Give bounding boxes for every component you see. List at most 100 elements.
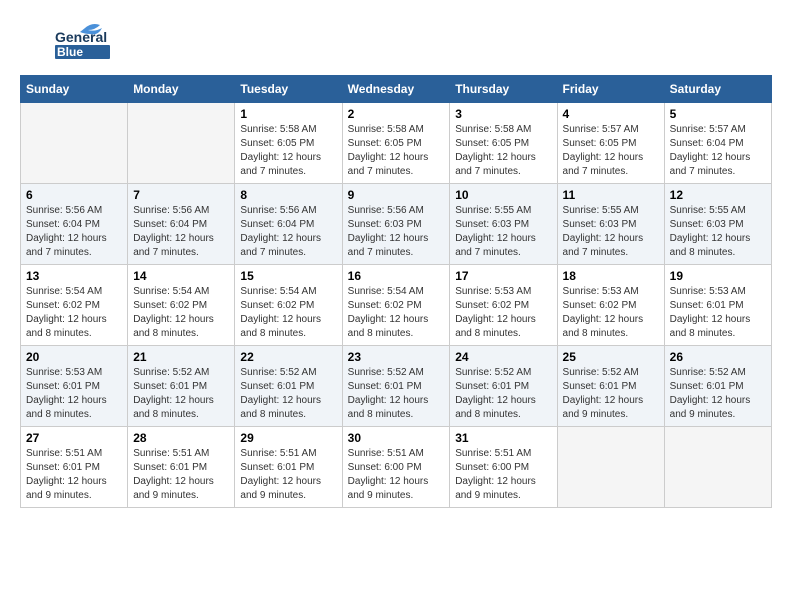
day-info: Sunrise: 5:52 AM Sunset: 6:01 PM Dayligh… xyxy=(455,366,551,422)
day-info: Sunrise: 5:56 AM Sunset: 6:04 PM Dayligh… xyxy=(26,204,122,260)
day-info: Sunrise: 5:51 AM Sunset: 6:01 PM Dayligh… xyxy=(133,447,229,503)
calendar-day-cell: 4Sunrise: 5:57 AM Sunset: 6:05 PM Daylig… xyxy=(557,103,664,184)
calendar-day-cell: 17Sunrise: 5:53 AM Sunset: 6:02 PM Dayli… xyxy=(450,265,557,346)
day-number: 1 xyxy=(240,107,336,121)
calendar-day-cell: 26 Sunrise: 5:52 AM Sunset: 6:01 PM Dayli… xyxy=(664,346,771,427)
day-info: Sunrise: 5:58 AM Sunset: 6:05 PM Dayligh… xyxy=(348,123,445,179)
calendar-day-cell: 20Sunrise: 5:53 AM Sunset: 6:01 PM Dayli… xyxy=(21,346,128,427)
calendar-day-cell: 15 Sunrise: 5:54 AM Sunset: 6:02 PM Dayli… xyxy=(235,265,342,346)
calendar-week-row: 20Sunrise: 5:53 AM Sunset: 6:01 PM Dayli… xyxy=(21,346,772,427)
weekday-header-thursday: Thursday xyxy=(450,76,557,103)
day-info: Sunrise: 5:51 AM Sunset: 6:00 PM Dayligh… xyxy=(455,447,551,503)
day-number: 10 xyxy=(455,188,551,202)
page-header: General Blue xyxy=(20,20,772,65)
calendar-day-cell: 31Sunrise: 5:51 AM Sunset: 6:00 PM Dayli… xyxy=(450,427,557,508)
calendar-day-cell: 22 Sunrise: 5:52 AM Sunset: 6:01 PM Dayli… xyxy=(235,346,342,427)
day-number: 30 xyxy=(348,431,445,445)
weekday-header-monday: Monday xyxy=(128,76,235,103)
day-number: 5 xyxy=(670,107,766,121)
calendar-day-cell: 10Sunrise: 5:55 AM Sunset: 6:03 PM Dayli… xyxy=(450,184,557,265)
calendar-week-row: 27 Sunrise: 5:51 AM Sunset: 6:01 PM Dayli… xyxy=(21,427,772,508)
weekday-header-saturday: Saturday xyxy=(664,76,771,103)
day-info: Sunrise: 5:56 AM Sunset: 6:03 PM Dayligh… xyxy=(348,204,445,260)
calendar-day-cell: 9Sunrise: 5:56 AM Sunset: 6:03 PM Daylig… xyxy=(342,184,450,265)
calendar-day-cell xyxy=(664,427,771,508)
day-info: Sunrise: 5:52 AM Sunset: 6:01 PM Dayligh… xyxy=(348,366,445,422)
day-info: Sunrise: 5:57 AM Sunset: 6:04 PM Dayligh… xyxy=(670,123,766,179)
day-info: Sunrise: 5:55 AM Sunset: 6:03 PM Dayligh… xyxy=(670,204,766,260)
calendar-day-cell: 1 Sunrise: 5:58 AM Sunset: 6:05 PM Daylig… xyxy=(235,103,342,184)
day-number: 4 xyxy=(563,107,659,121)
calendar-day-cell: 12 Sunrise: 5:55 AM Sunset: 6:03 PM Dayli… xyxy=(664,184,771,265)
calendar-day-cell: 24 Sunrise: 5:52 AM Sunset: 6:01 PM Dayli… xyxy=(450,346,557,427)
day-number: 14 xyxy=(133,269,229,283)
weekday-header-tuesday: Tuesday xyxy=(235,76,342,103)
calendar-day-cell: 5 Sunrise: 5:57 AM Sunset: 6:04 PM Daylig… xyxy=(664,103,771,184)
svg-text:General: General xyxy=(55,29,107,45)
day-number: 24 xyxy=(455,350,551,364)
calendar-day-cell xyxy=(557,427,664,508)
day-info: Sunrise: 5:51 AM Sunset: 6:01 PM Dayligh… xyxy=(240,447,336,503)
calendar-day-cell: 23 Sunrise: 5:52 AM Sunset: 6:01 PM Dayli… xyxy=(342,346,450,427)
day-info: Sunrise: 5:54 AM Sunset: 6:02 PM Dayligh… xyxy=(133,285,229,341)
day-info: Sunrise: 5:53 AM Sunset: 6:02 PM Dayligh… xyxy=(455,285,551,341)
calendar-day-cell: 28 Sunrise: 5:51 AM Sunset: 6:01 PM Dayli… xyxy=(128,427,235,508)
day-info: Sunrise: 5:56 AM Sunset: 6:04 PM Dayligh… xyxy=(240,204,336,260)
day-number: 27 xyxy=(26,431,122,445)
day-info: Sunrise: 5:53 AM Sunset: 6:01 PM Dayligh… xyxy=(670,285,766,341)
day-number: 8 xyxy=(240,188,336,202)
calendar-day-cell: 7Sunrise: 5:56 AM Sunset: 6:04 PM Daylig… xyxy=(128,184,235,265)
calendar-day-cell: 8 Sunrise: 5:56 AM Sunset: 6:04 PM Daylig… xyxy=(235,184,342,265)
calendar-day-cell: 19 Sunrise: 5:53 AM Sunset: 6:01 PM Dayli… xyxy=(664,265,771,346)
calendar-table: SundayMondayTuesdayWednesdayThursdayFrid… xyxy=(20,75,772,508)
day-info: Sunrise: 5:54 AM Sunset: 6:02 PM Dayligh… xyxy=(240,285,336,341)
day-number: 6 xyxy=(26,188,122,202)
calendar-day-cell: 2 Sunrise: 5:58 AM Sunset: 6:05 PM Daylig… xyxy=(342,103,450,184)
day-number: 13 xyxy=(26,269,122,283)
calendar-day-cell: 27 Sunrise: 5:51 AM Sunset: 6:01 PM Dayli… xyxy=(21,427,128,508)
day-number: 16 xyxy=(348,269,445,283)
day-info: Sunrise: 5:51 AM Sunset: 6:00 PM Dayligh… xyxy=(348,447,445,503)
day-number: 23 xyxy=(348,350,445,364)
calendar-day-cell: 29 Sunrise: 5:51 AM Sunset: 6:01 PM Dayli… xyxy=(235,427,342,508)
day-info: Sunrise: 5:54 AM Sunset: 6:02 PM Dayligh… xyxy=(348,285,445,341)
calendar-day-cell: 14 Sunrise: 5:54 AM Sunset: 6:02 PM Dayli… xyxy=(128,265,235,346)
day-info: Sunrise: 5:58 AM Sunset: 6:05 PM Dayligh… xyxy=(455,123,551,179)
day-number: 28 xyxy=(133,431,229,445)
day-info: Sunrise: 5:55 AM Sunset: 6:03 PM Dayligh… xyxy=(563,204,659,260)
day-info: Sunrise: 5:54 AM Sunset: 6:02 PM Dayligh… xyxy=(26,285,122,341)
day-info: Sunrise: 5:51 AM Sunset: 6:01 PM Dayligh… xyxy=(26,447,122,503)
day-number: 19 xyxy=(670,269,766,283)
day-number: 20 xyxy=(26,350,122,364)
day-info: Sunrise: 5:52 AM Sunset: 6:01 PM Dayligh… xyxy=(670,366,766,422)
weekday-header-sunday: Sunday xyxy=(21,76,128,103)
calendar-day-cell: 11 Sunrise: 5:55 AM Sunset: 6:03 PM Dayli… xyxy=(557,184,664,265)
day-number: 12 xyxy=(670,188,766,202)
calendar-week-row: 13 Sunrise: 5:54 AM Sunset: 6:02 PM Dayli… xyxy=(21,265,772,346)
day-number: 21 xyxy=(133,350,229,364)
calendar-day-cell: 3 Sunrise: 5:58 AM Sunset: 6:05 PM Daylig… xyxy=(450,103,557,184)
day-number: 15 xyxy=(240,269,336,283)
calendar-day-cell xyxy=(21,103,128,184)
calendar-day-cell: 18Sunrise: 5:53 AM Sunset: 6:02 PM Dayli… xyxy=(557,265,664,346)
day-number: 29 xyxy=(240,431,336,445)
day-info: Sunrise: 5:53 AM Sunset: 6:02 PM Dayligh… xyxy=(563,285,659,341)
day-info: Sunrise: 5:52 AM Sunset: 6:01 PM Dayligh… xyxy=(240,366,336,422)
weekday-header-wednesday: Wednesday xyxy=(342,76,450,103)
day-number: 2 xyxy=(348,107,445,121)
day-number: 11 xyxy=(563,188,659,202)
calendar-week-row: 6 Sunrise: 5:56 AM Sunset: 6:04 PM Daylig… xyxy=(21,184,772,265)
calendar-day-cell: 6 Sunrise: 5:56 AM Sunset: 6:04 PM Daylig… xyxy=(21,184,128,265)
calendar-day-cell: 21Sunrise: 5:52 AM Sunset: 6:01 PM Dayli… xyxy=(128,346,235,427)
calendar-day-cell xyxy=(128,103,235,184)
calendar-header-row: SundayMondayTuesdayWednesdayThursdayFrid… xyxy=(21,76,772,103)
day-info: Sunrise: 5:56 AM Sunset: 6:04 PM Dayligh… xyxy=(133,204,229,260)
day-number: 26 xyxy=(670,350,766,364)
day-number: 3 xyxy=(455,107,551,121)
day-info: Sunrise: 5:52 AM Sunset: 6:01 PM Dayligh… xyxy=(563,366,659,422)
calendar-week-row: 1 Sunrise: 5:58 AM Sunset: 6:05 PM Daylig… xyxy=(21,103,772,184)
svg-text:Blue: Blue xyxy=(57,45,83,59)
day-info: Sunrise: 5:58 AM Sunset: 6:05 PM Dayligh… xyxy=(240,123,336,179)
calendar-day-cell: 25Sunrise: 5:52 AM Sunset: 6:01 PM Dayli… xyxy=(557,346,664,427)
day-number: 22 xyxy=(240,350,336,364)
